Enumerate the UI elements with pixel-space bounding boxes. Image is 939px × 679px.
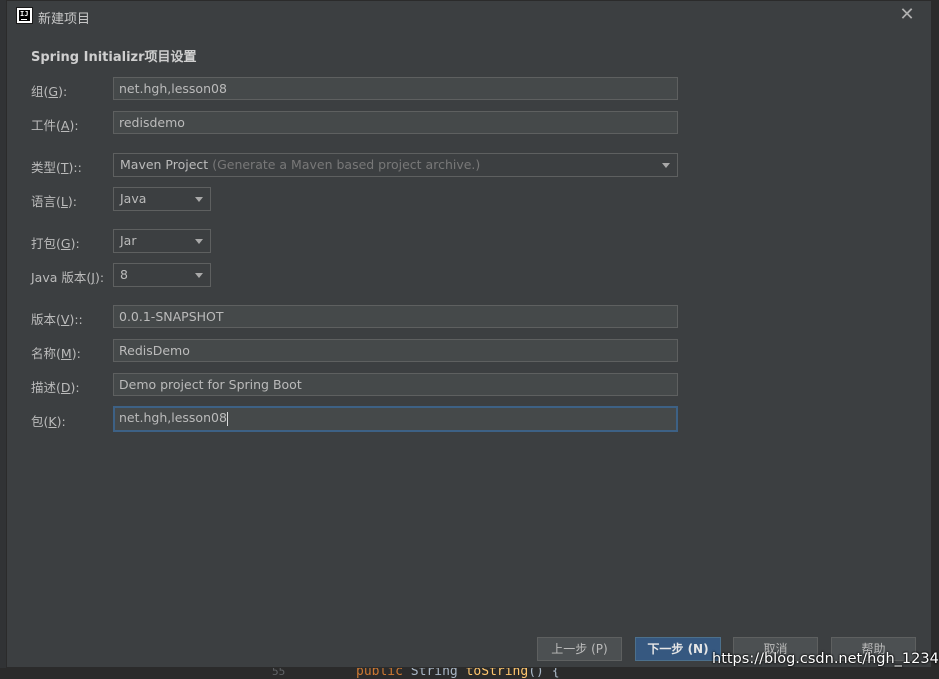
java-version-select[interactable]: 8 (113, 263, 211, 287)
packaging-mnemonic: G (60, 236, 71, 251)
version-field[interactable]: 0.0.1-SNAPSHOT (113, 305, 678, 328)
description-mnemonic: D (60, 380, 71, 395)
group-field[interactable]: net.hgh,lesson08 (113, 77, 678, 100)
package-mnemonic: K (48, 414, 57, 429)
artifact-label-suffix: ): (69, 118, 79, 133)
language-label: 语言(L): (31, 191, 77, 210)
watermark: https://blog.csdn.net/hgh_1234 (712, 651, 939, 667)
package-field-value: net.hgh,lesson08 (119, 410, 227, 425)
description-label-suffix: ): (70, 380, 80, 395)
new-project-dialog: IJ 新建项目 ✕ Spring Initializr项目设置 组(G): ne… (6, 0, 932, 668)
language-label-suffix: ): (67, 194, 77, 209)
text-caret (226, 411, 228, 426)
description-field[interactable]: Demo project for Spring Boot (113, 373, 678, 396)
group-mnemonic: G (48, 84, 59, 99)
code-keyword: public (356, 668, 403, 679)
package-field[interactable]: net.hgh,lesson08 (113, 406, 678, 432)
java-version-label-text: Java 版本( (31, 270, 92, 285)
packaging-label-suffix: ): (70, 236, 80, 251)
description-label: 描述(D): (31, 377, 80, 396)
window-title: 新建项目 (38, 12, 91, 27)
version-label-suffix: ):: (69, 312, 83, 327)
artifact-field[interactable]: redisdemo (113, 111, 678, 134)
artifact-label-text: 工件( (31, 118, 61, 133)
language-mnemonic: L (60, 194, 68, 209)
chevron-down-icon (662, 163, 670, 168)
package-label-text: 包( (31, 414, 49, 429)
language-select[interactable]: Java (113, 187, 211, 211)
section-title: Spring Initializr项目设置 (31, 50, 197, 65)
description-label-text: 描述( (31, 380, 61, 395)
packaging-label-text: 打包( (31, 236, 61, 251)
project-type-value: Maven Project (120, 157, 209, 172)
name-label: 名称(M): (31, 343, 81, 362)
name-label-suffix: ): (71, 346, 81, 361)
java-version-value: 8 (120, 267, 128, 282)
package-label-suffix: ): (56, 414, 66, 429)
background-editor: 55 public String toString() { (0, 668, 939, 679)
language-label-text: 语言( (31, 194, 61, 209)
chevron-down-icon (195, 197, 203, 202)
name-label-text: 名称( (31, 346, 61, 361)
packaging-value: Jar (120, 233, 137, 248)
group-label: 组(G): (31, 81, 67, 100)
package-label: 包(K): (31, 411, 66, 430)
chevron-down-icon (195, 273, 203, 278)
close-icon[interactable]: ✕ (897, 5, 917, 25)
group-label-text: 组( (31, 84, 49, 99)
name-field[interactable]: RedisDemo (113, 339, 678, 362)
group-label-suffix: ): (58, 84, 68, 99)
line-number: 55 (272, 668, 286, 678)
type-label-suffix: ):: (68, 160, 82, 175)
packaging-label: 打包(G): (31, 233, 80, 252)
type-mnemonic: T (60, 160, 69, 175)
chevron-down-icon (195, 239, 203, 244)
previous-button[interactable]: 上一步 (P) (537, 637, 622, 661)
artifact-label: 工件(A): (31, 115, 79, 134)
name-mnemonic: M (60, 346, 72, 361)
type-label: 类型(T):: (31, 157, 82, 176)
code-type: String (410, 668, 458, 679)
project-type-select[interactable]: Maven Project (Generate a Maven based pr… (113, 153, 678, 177)
packaging-select[interactable]: Jar (113, 229, 211, 253)
app-icon-glyph: IJ (19, 10, 30, 21)
version-label: 版本(V):: (31, 309, 83, 328)
project-type-hint: (Generate a Maven based project archive.… (212, 157, 481, 172)
code-tail: () { (528, 668, 560, 679)
type-label-text: 类型( (31, 160, 61, 175)
java-version-label-suffix: ): (94, 270, 105, 285)
version-label-text: 版本( (31, 312, 61, 327)
code-method: toString (465, 668, 529, 679)
language-value: Java (120, 191, 147, 206)
intellij-app-icon: IJ (16, 7, 33, 24)
code-line: public String toString() { (356, 668, 560, 679)
java-version-label: Java 版本(J): (31, 267, 104, 286)
title-bar: IJ 新建项目 ✕ (7, 1, 931, 31)
next-button[interactable]: 下一步 (N) (635, 637, 721, 661)
